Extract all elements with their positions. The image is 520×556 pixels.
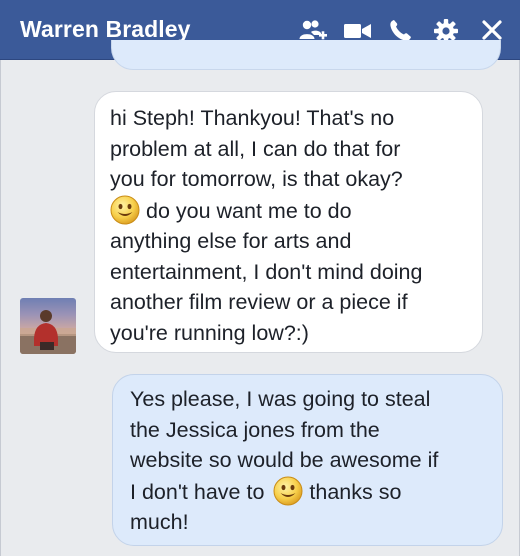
message-line: Yes please, I was going to steal — [130, 387, 431, 411]
sender-avatar[interactable] — [20, 298, 76, 354]
smiley-emoji-icon — [110, 195, 140, 225]
message-line-text: I don't have to — [130, 479, 265, 504]
message-line: you're running low?:) — [110, 320, 309, 345]
message-line: problem at all, I can do that for — [110, 136, 401, 161]
message-line-with-emoji: I don't have to thanks so — [130, 476, 490, 508]
message-line: hi Steph! Thankyou! That's no — [110, 106, 395, 130]
message-line: much! — [130, 510, 189, 534]
previous-message-bubble — [111, 40, 501, 70]
message-line-text: do you want me to do — [146, 198, 352, 223]
message-line: website so would be awesome if — [130, 448, 439, 472]
smiley-emoji-icon — [273, 476, 303, 506]
message-line: anything else for arts and — [110, 229, 352, 253]
message-line: you for tomorrow, is that okay? — [110, 167, 403, 191]
message-line-with-emoji: do you want me to do — [110, 195, 468, 227]
message-line: entertainment, I don't mind doing — [110, 259, 423, 284]
message-line: the Jessica jones from the — [130, 417, 380, 442]
received-message-bubble: hi Steph! Thankyou! That's no problem at… — [94, 91, 483, 353]
chat-title[interactable]: Warren Bradley — [20, 16, 191, 43]
message-line-text: thanks so — [309, 479, 402, 504]
message-line: another film review or a piece if — [110, 290, 408, 314]
sent-message-bubble: Yes please, I was going to steal the Jes… — [112, 374, 503, 546]
